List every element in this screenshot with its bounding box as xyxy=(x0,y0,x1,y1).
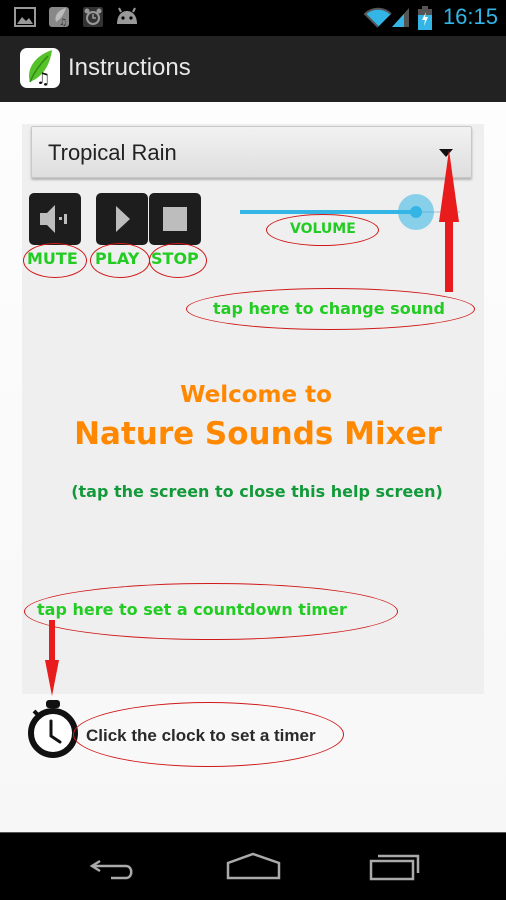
countdown-annotation: tap here to set a countdown timer xyxy=(37,600,347,619)
volume-thumb-core xyxy=(410,206,422,218)
timer-arrow xyxy=(45,620,59,696)
signal-icon xyxy=(392,8,409,27)
welcome-line: Welcome to xyxy=(180,382,332,408)
battery-charging-icon xyxy=(418,6,432,30)
close-help-hint: (tap the screen to close this help scree… xyxy=(71,482,443,501)
page-title: Instructions xyxy=(68,54,191,81)
stop-button[interactable] xyxy=(149,193,201,245)
android-icon xyxy=(117,7,137,24)
mute-button[interactable] xyxy=(29,193,81,245)
mute-label: MUTE xyxy=(27,249,78,268)
app-logo-icon[interactable]: ♫ xyxy=(20,48,60,88)
volume-label: VOLUME xyxy=(290,221,356,237)
app-notification-icon: ♫ xyxy=(49,7,69,28)
stop-label: STOP xyxy=(151,249,199,268)
svg-text:♫: ♫ xyxy=(59,18,67,28)
action-bar: ♫ Instructions xyxy=(0,36,506,102)
selected-sound: Tropical Rain xyxy=(48,140,177,165)
status-time: 16:15 xyxy=(442,4,498,29)
change-sound-annotation: tap here to change sound xyxy=(213,299,445,318)
play-icon xyxy=(116,206,130,232)
volume-slider-thumb[interactable] xyxy=(398,194,434,230)
wifi-icon xyxy=(364,7,392,28)
recent-apps-icon[interactable] xyxy=(368,851,420,885)
stop-icon xyxy=(163,207,187,231)
stopwatch-icon[interactable] xyxy=(26,697,80,761)
status-bar: ♫ 16:15 xyxy=(0,0,506,36)
timer-instruction: Click the clock to set a timer xyxy=(86,726,316,745)
back-icon[interactable] xyxy=(86,851,138,885)
speaker-icon xyxy=(40,205,67,233)
change-sound-arrow xyxy=(439,150,459,292)
sound-selector-dropdown[interactable]: Tropical Rain xyxy=(31,126,472,178)
alarm-icon xyxy=(83,7,103,27)
navigation-bar xyxy=(0,832,506,900)
play-label: PLAY xyxy=(95,249,140,268)
home-icon[interactable] xyxy=(226,851,282,885)
gallery-icon xyxy=(14,7,36,27)
play-button[interactable] xyxy=(96,193,148,245)
app-name-heading: Nature Sounds Mixer xyxy=(74,416,442,452)
svg-text:♫: ♫ xyxy=(36,69,50,88)
